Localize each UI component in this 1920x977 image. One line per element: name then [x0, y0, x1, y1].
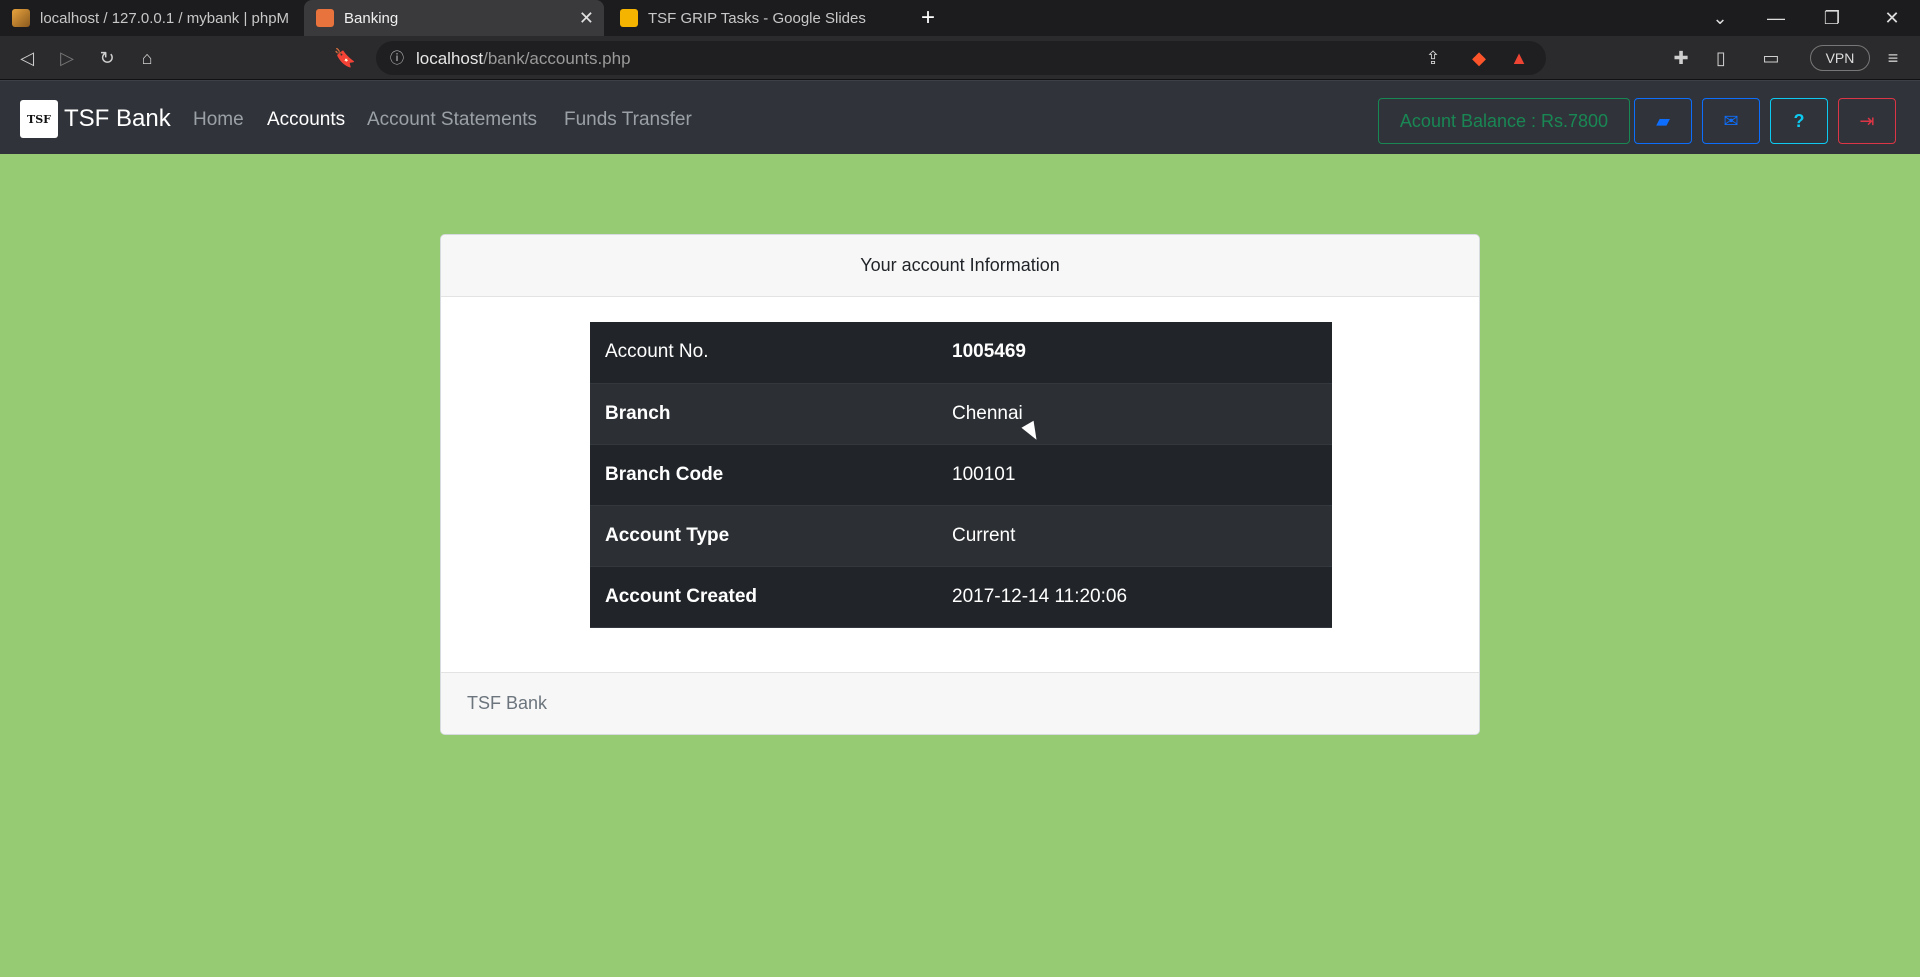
nav-funds-transfer[interactable]: Funds Transfer: [564, 109, 692, 131]
url-text: localhost/bank/accounts.php: [416, 49, 631, 69]
row-value: Current: [937, 505, 1332, 567]
menu-icon[interactable]: ≡: [1878, 43, 1908, 73]
table-row: Branch Chennai: [590, 383, 1332, 445]
tab-search-icon[interactable]: ⌄: [1692, 0, 1748, 36]
browser-tab-strip: localhost / 127.0.0.1 / mybank | phpM Ba…: [0, 0, 1920, 36]
mail-button[interactable]: ✉: [1702, 98, 1760, 144]
extensions-icon[interactable]: ✚: [1666, 43, 1696, 73]
reload-icon[interactable]: ↻: [92, 43, 122, 73]
new-tab-button[interactable]: +: [914, 4, 942, 32]
home-icon[interactable]: ⌂: [132, 43, 162, 73]
brave-rewards-icon[interactable]: ▲: [1504, 43, 1534, 73]
tab-title: TSF GRIP Tasks - Google Slides: [648, 9, 866, 27]
site-info-icon[interactable]: ⓘ: [382, 43, 412, 73]
sign-out-icon: ⇥: [1859, 110, 1875, 131]
table-row: Account Type Current: [590, 505, 1332, 567]
row-value: Chennai: [937, 383, 1332, 445]
nav-account-statements[interactable]: Account Statements: [367, 109, 537, 131]
row-label: Branch Code: [590, 444, 937, 506]
google-slides-icon: [620, 9, 638, 27]
tab-title: localhost / 127.0.0.1 / mybank | phpM: [40, 9, 290, 27]
restore-button[interactable]: ❐: [1804, 0, 1860, 36]
close-window-button[interactable]: ✕: [1864, 0, 1920, 36]
nav-accounts[interactable]: Accounts: [267, 109, 345, 131]
wallet-icon[interactable]: ▭: [1756, 43, 1786, 73]
logout-button[interactable]: ⇥: [1838, 98, 1896, 144]
row-label: Branch: [590, 383, 937, 445]
table-row: Account No. 1005469: [590, 322, 1332, 384]
row-value: 100101: [937, 444, 1332, 506]
tab-banking[interactable]: Banking ✕: [304, 0, 604, 36]
account-info-card: Your account Information Account No. 100…: [440, 234, 1480, 735]
account-info-table: Account No. 1005469 Branch Chennai Branc…: [590, 322, 1332, 628]
row-value: 1005469: [937, 322, 1332, 384]
book-button[interactable]: ▰: [1634, 98, 1692, 144]
minimize-button[interactable]: —: [1748, 0, 1804, 36]
forward-icon[interactable]: ▷: [52, 43, 82, 73]
help-button[interactable]: ?: [1770, 98, 1828, 144]
url-path: /bank/accounts.php: [483, 49, 631, 68]
close-icon[interactable]: ✕: [579, 8, 594, 29]
row-value: 2017-12-14 11:20:06: [937, 566, 1332, 628]
card-header: Your account Information: [441, 235, 1479, 297]
address-bar[interactable]: ⓘ localhost/bank/accounts.php ⇪ ◆ ▲: [376, 41, 1546, 75]
share-icon[interactable]: ⇪: [1418, 43, 1448, 73]
browser-toolbar: ◁ ▷ ↻ ⌂ 🔖 ⓘ localhost/bank/accounts.php …: [0, 36, 1920, 80]
bookmark-icon[interactable]: 🔖: [330, 43, 360, 73]
table-row: Account Created 2017-12-14 11:20:06: [590, 566, 1332, 628]
card-footer: TSF Bank: [441, 672, 1479, 734]
tab-google-slides[interactable]: TSF GRIP Tasks - Google Slides: [608, 0, 904, 36]
app-navbar: TSF TSF Bank Home Accounts Account State…: [0, 80, 1920, 154]
vpn-button[interactable]: VPN: [1810, 45, 1870, 71]
question-icon: ?: [1793, 110, 1805, 131]
tab-phpmyadmin[interactable]: localhost / 127.0.0.1 / mybank | phpM: [0, 0, 300, 36]
account-balance-button[interactable]: Acount Balance : Rs.7800: [1378, 98, 1630, 144]
brave-shields-icon[interactable]: ◆: [1464, 43, 1494, 73]
tab-title: Banking: [344, 9, 399, 27]
brand-logo[interactable]: TSF: [20, 100, 58, 138]
row-label: Account Type: [590, 505, 937, 567]
row-label: Account No.: [590, 322, 937, 384]
row-label: Account Created: [590, 566, 937, 628]
vpn-label: VPN: [1825, 50, 1855, 66]
brand-name[interactable]: TSF Bank: [64, 105, 171, 133]
nav-home[interactable]: Home: [193, 109, 244, 131]
table-row: Branch Code 100101: [590, 444, 1332, 506]
book-icon: ▰: [1656, 110, 1670, 131]
envelope-icon: ✉: [1723, 110, 1739, 131]
phpmyadmin-icon: [12, 9, 30, 27]
back-icon[interactable]: ◁: [12, 43, 42, 73]
sidebar-icon[interactable]: ▯: [1706, 43, 1736, 73]
url-host: localhost: [416, 49, 484, 68]
banking-favicon-icon: [316, 9, 334, 27]
